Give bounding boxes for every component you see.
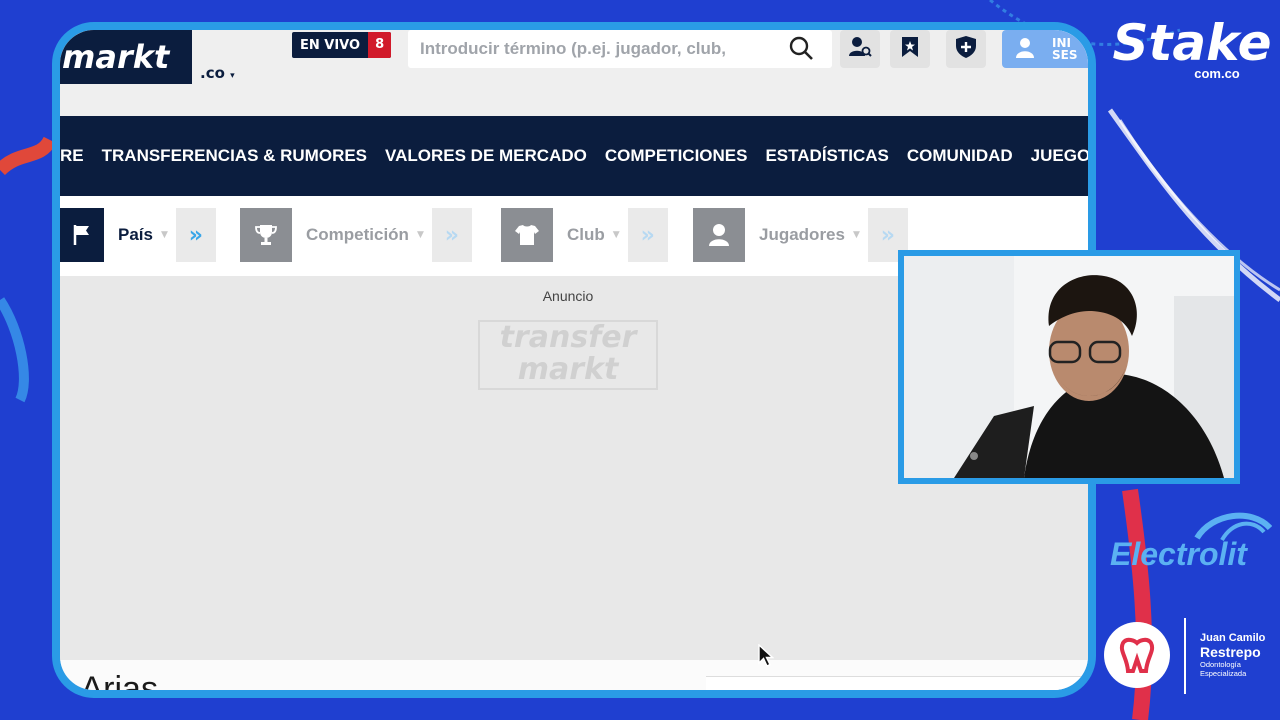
player-name-heading: o Arias [60, 670, 158, 690]
login-label: INI SES [1052, 36, 1078, 62]
shirt-icon [501, 208, 553, 262]
search-box [408, 30, 832, 68]
filter-competition-label: Competición [306, 225, 409, 244]
webcam-overlay [898, 250, 1240, 484]
electrolit-logo: Electrolit [1110, 536, 1247, 572]
site-logo-text: markt [62, 38, 170, 76]
dentist-specialty: Odontología Especializada [1200, 660, 1247, 678]
double-chevron-icon: » [188, 222, 204, 248]
nav-item-transfers[interactable]: TRANSFERENCIAS & RUMORES [102, 146, 367, 166]
nav-item-games[interactable]: JUEGOS [1031, 146, 1088, 166]
double-chevron-icon: » [640, 222, 655, 248]
caret-down-icon: ▾ [230, 71, 235, 81]
filter-club-go[interactable]: » [627, 208, 668, 262]
flag-icon [60, 208, 104, 262]
ad-logo-line-1: transfer [499, 320, 637, 355]
user-icon [1016, 38, 1034, 61]
player-photo-edge [726, 681, 846, 690]
filter-players-label: Jugadores [759, 225, 845, 244]
stake-logo: Stake [1112, 14, 1272, 72]
bookmark-button[interactable] [890, 30, 930, 68]
double-chevron-icon: » [444, 222, 459, 248]
sponsor-stake: Stake com.co [1112, 12, 1272, 102]
nav-item-competitions[interactable]: COMPETICIONES [605, 146, 748, 166]
double-chevron-icon: » [880, 222, 896, 248]
filter-players[interactable]: Jugadores ▼ » [693, 208, 908, 262]
user-search-button[interactable] [840, 30, 880, 68]
person-icon [693, 208, 745, 262]
search-input[interactable] [420, 39, 780, 59]
site-header: markt .co ▾ EN VIVO 8 Introducir término… [60, 30, 1088, 116]
filter-club[interactable]: Club ▼ » [501, 208, 668, 262]
divider [1184, 618, 1186, 694]
filter-country-go[interactable]: » [175, 208, 216, 262]
live-badge[interactable]: EN VIVO 8 [292, 32, 392, 58]
nav-item-market-values[interactable]: VALORES DE MERCADO [385, 146, 587, 166]
player-side-card [706, 676, 1086, 690]
filter-country-label: País [118, 225, 153, 244]
filter-club-label: Club [567, 225, 605, 244]
filter-competition[interactable]: Competición ▼ » [240, 208, 472, 262]
ad-logo-line-2: markt [517, 352, 619, 387]
user-search-icon [848, 36, 872, 62]
caret-down-icon: ▼ [160, 230, 168, 240]
sponsor-dentist: Juan Camilo Restrepo Odontología Especia… [1104, 618, 1274, 698]
trophy-icon [240, 208, 292, 262]
bookmark-icon [901, 36, 919, 62]
caret-down-icon: ▼ [612, 230, 620, 240]
caret-down-icon: ▼ [416, 230, 424, 240]
live-count: 8 [368, 32, 392, 58]
filter-competition-go[interactable]: » [431, 208, 472, 262]
sponsor-electrolit: Electrolit [1106, 508, 1276, 578]
domain-label: .co [200, 64, 225, 82]
tooth-logo-icon [1104, 622, 1170, 688]
live-label: EN VIVO [300, 37, 361, 53]
nav-item-community[interactable]: COMUNIDAD [907, 146, 1013, 166]
shield-plus-icon [955, 35, 977, 63]
mouse-cursor-icon [758, 643, 775, 672]
dentist-name-line-2: Restrepo [1200, 644, 1261, 660]
ad-placeholder-logo: transfer markt [478, 320, 658, 390]
main-nav: RE TRANSFERENCIAS & RUMORES VALORES DE M… [60, 116, 1088, 196]
domain-selector[interactable]: .co ▾ [200, 64, 235, 82]
shield-button[interactable] [946, 30, 986, 68]
streamer-video [904, 256, 1234, 478]
nav-item-partial[interactable]: RE [60, 146, 84, 166]
filter-country[interactable]: País ▼ » [60, 208, 216, 262]
site-logo[interactable]: markt [60, 30, 192, 84]
caret-down-icon: ▼ [852, 230, 860, 240]
nav-item-statistics[interactable]: ESTADÍSTICAS [765, 146, 888, 166]
login-button[interactable]: INI SES [1002, 30, 1088, 68]
dentist-name-line-1: Juan Camilo [1200, 632, 1266, 644]
search-icon[interactable] [788, 35, 814, 65]
